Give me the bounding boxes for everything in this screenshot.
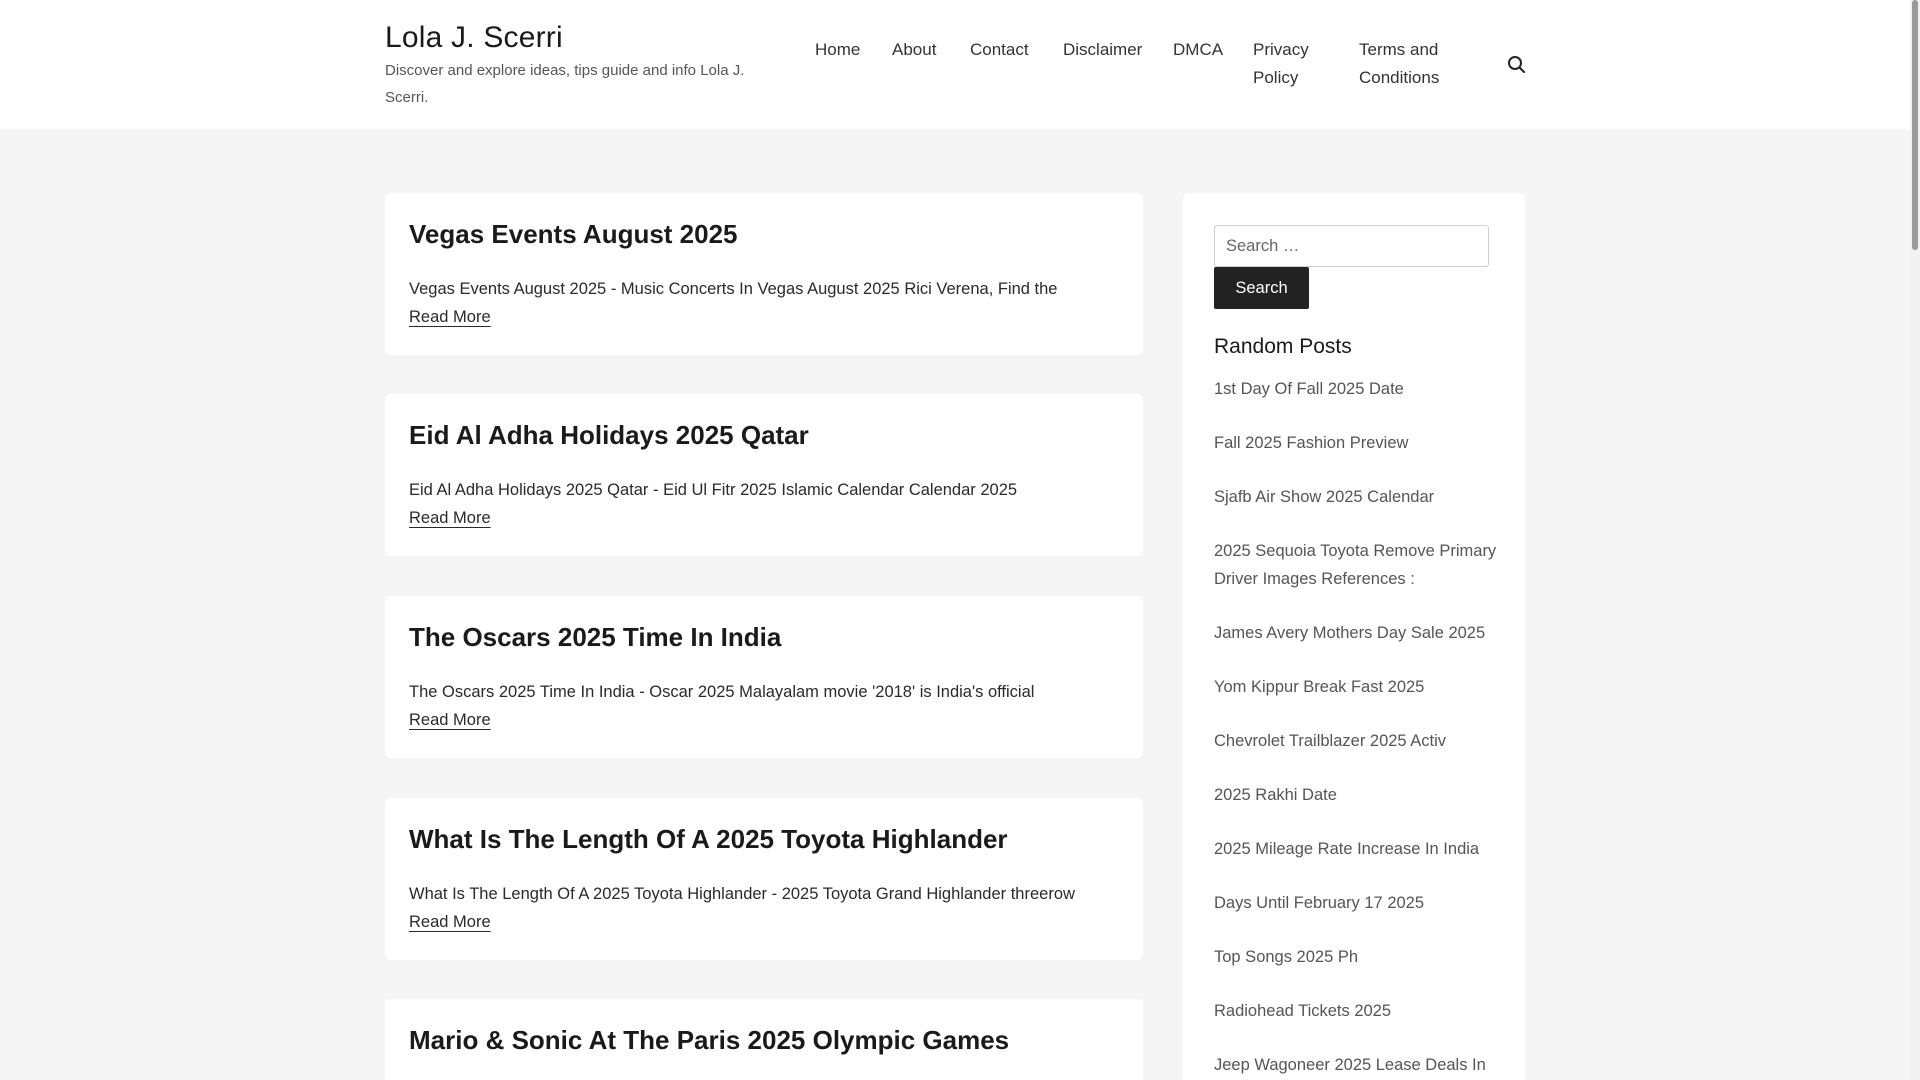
read-more-link[interactable]: Read More	[409, 708, 491, 732]
nav-terms-line1: Terms and	[1359, 40, 1439, 59]
post-card: Vegas Events August 2025 Vegas Events Au…	[385, 193, 1143, 355]
site-branding: Lola J. Scerri Discover and explore idea…	[385, 20, 785, 111]
random-post-link[interactable]: 2025 Rakhi Date	[1214, 781, 1504, 809]
read-more-link[interactable]: Read More	[409, 910, 491, 934]
random-post-link[interactable]: Top Songs 2025 Ph	[1214, 943, 1504, 971]
nav-disclaimer[interactable]: Disclaimer	[1063, 36, 1142, 64]
search-icon-svg	[1508, 56, 1525, 73]
nav-about[interactable]: About	[892, 36, 936, 64]
read-more-link[interactable]: Read More	[409, 506, 491, 530]
post-title[interactable]: The Oscars 2025 Time In India	[409, 621, 781, 653]
post-excerpt: Eid Al Adha Holidays 2025 Qatar - Eid Ul…	[409, 481, 1018, 499]
search-button[interactable]: Search	[1214, 267, 1309, 309]
post-title[interactable]: What Is The Length Of A 2025 Toyota High…	[409, 823, 1008, 855]
nav-terms-and-conditions[interactable]: Terms and Conditions	[1359, 36, 1439, 92]
random-post-link[interactable]: James Avery Mothers Day Sale 2025	[1214, 619, 1504, 647]
random-post-link[interactable]: Jeep Wagoneer 2025 Lease Deals In	[1214, 1051, 1504, 1079]
nav-privacy-line2: Policy	[1253, 68, 1299, 87]
search-icon[interactable]	[1506, 54, 1528, 76]
sidebar: Search Random Posts 1st Day Of Fall 2025…	[1183, 193, 1525, 1080]
post-card: The Oscars 2025 Time In India The Oscars…	[385, 596, 1143, 758]
site-description: Discover and explore ideas, tips guide a…	[385, 62, 745, 106]
nav-contact[interactable]: Contact	[970, 36, 1029, 64]
site-header: Lola J. Scerri Discover and explore idea…	[0, 0, 1910, 129]
random-post-link[interactable]: Radiohead Tickets 2025	[1214, 997, 1504, 1025]
nav-privacy-policy[interactable]: Privacy Policy	[1253, 36, 1309, 92]
nav-terms-line2: Conditions	[1359, 68, 1440, 87]
random-post-link[interactable]: Yom Kippur Break Fast 2025	[1214, 673, 1504, 701]
post-excerpt: The Oscars 2025 Time In India - Oscar 20…	[409, 683, 1035, 701]
random-post-link[interactable]: Sjafb Air Show 2025 Calendar	[1214, 483, 1504, 511]
random-post-link[interactable]: Days Until February 17 2025	[1214, 889, 1504, 917]
post-title[interactable]: Eid Al Adha Holidays 2025 Qatar	[409, 419, 809, 451]
post-card: Eid Al Adha Holidays 2025 Qatar Eid Al A…	[385, 394, 1143, 556]
random-post-link[interactable]: 1st Day Of Fall 2025 Date	[1214, 375, 1504, 403]
post-card: What Is The Length Of A 2025 Toyota High…	[385, 798, 1143, 960]
random-posts-list: 1st Day Of Fall 2025 Date Fall 2025 Fash…	[1214, 375, 1504, 1080]
search-input[interactable]	[1214, 225, 1489, 267]
post-title[interactable]: Mario & Sonic At The Paris 2025 Olympic …	[409, 1024, 1009, 1056]
random-post-link[interactable]: Fall 2025 Fashion Preview	[1214, 429, 1504, 457]
random-post-link[interactable]: 2025 Mileage Rate Increase In India	[1214, 835, 1504, 863]
scrollbar-thumb[interactable]	[1912, 0, 1918, 250]
post-title[interactable]: Vegas Events August 2025	[409, 218, 738, 250]
post-card: Mario & Sonic At The Paris 2025 Olympic …	[385, 999, 1143, 1080]
post-excerpt: What Is The Length Of A 2025 Toyota High…	[409, 885, 1075, 903]
site-title[interactable]: Lola J. Scerri	[385, 20, 785, 56]
nav-privacy-line1: Privacy	[1253, 40, 1309, 59]
random-posts-title: Random Posts	[1214, 335, 1352, 358]
read-more-link[interactable]: Read More	[409, 305, 491, 329]
nav-dmca[interactable]: DMCA	[1173, 36, 1223, 64]
page-scrollbar[interactable]	[1910, 0, 1920, 1080]
random-post-link[interactable]: 2025 Sequoia Toyota Remove Primary Drive…	[1214, 537, 1504, 593]
random-post-link[interactable]: Chevrolet Trailblazer 2025 Activ	[1214, 727, 1504, 755]
post-excerpt: Vegas Events August 2025 - Music Concert…	[409, 280, 1058, 298]
nav-home[interactable]: Home	[815, 36, 860, 64]
